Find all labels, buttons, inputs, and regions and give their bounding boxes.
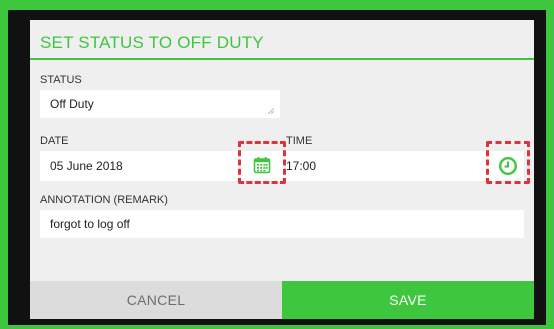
- resize-grip-icon: [268, 108, 274, 114]
- date-label: DATE: [40, 135, 69, 147]
- cancel-button[interactable]: CANCEL: [30, 281, 282, 319]
- time-value: 17:00: [286, 159, 317, 173]
- time-label: TIME: [286, 135, 313, 147]
- calendar-icon[interactable]: [252, 155, 272, 175]
- set-status-dialog: SET STATUS TO OFF DUTY STATUS Off Duty D…: [30, 20, 534, 319]
- dialog-title: SET STATUS TO OFF DUTY: [40, 33, 264, 52]
- date-value: 05 June 2018: [50, 159, 123, 173]
- annotation-field[interactable]: forgot to log off: [40, 210, 524, 238]
- status-field[interactable]: Off Duty: [40, 90, 280, 118]
- annotation-label: ANNOTATION (REMARK): [40, 194, 168, 206]
- save-button[interactable]: SAVE: [282, 281, 534, 319]
- clock-icon[interactable]: [497, 155, 519, 177]
- dialog-header: SET STATUS TO OFF DUTY: [30, 20, 534, 60]
- annotation-value: forgot to log off: [50, 217, 130, 231]
- status-label: STATUS: [40, 74, 82, 86]
- status-value: Off Duty: [50, 97, 94, 111]
